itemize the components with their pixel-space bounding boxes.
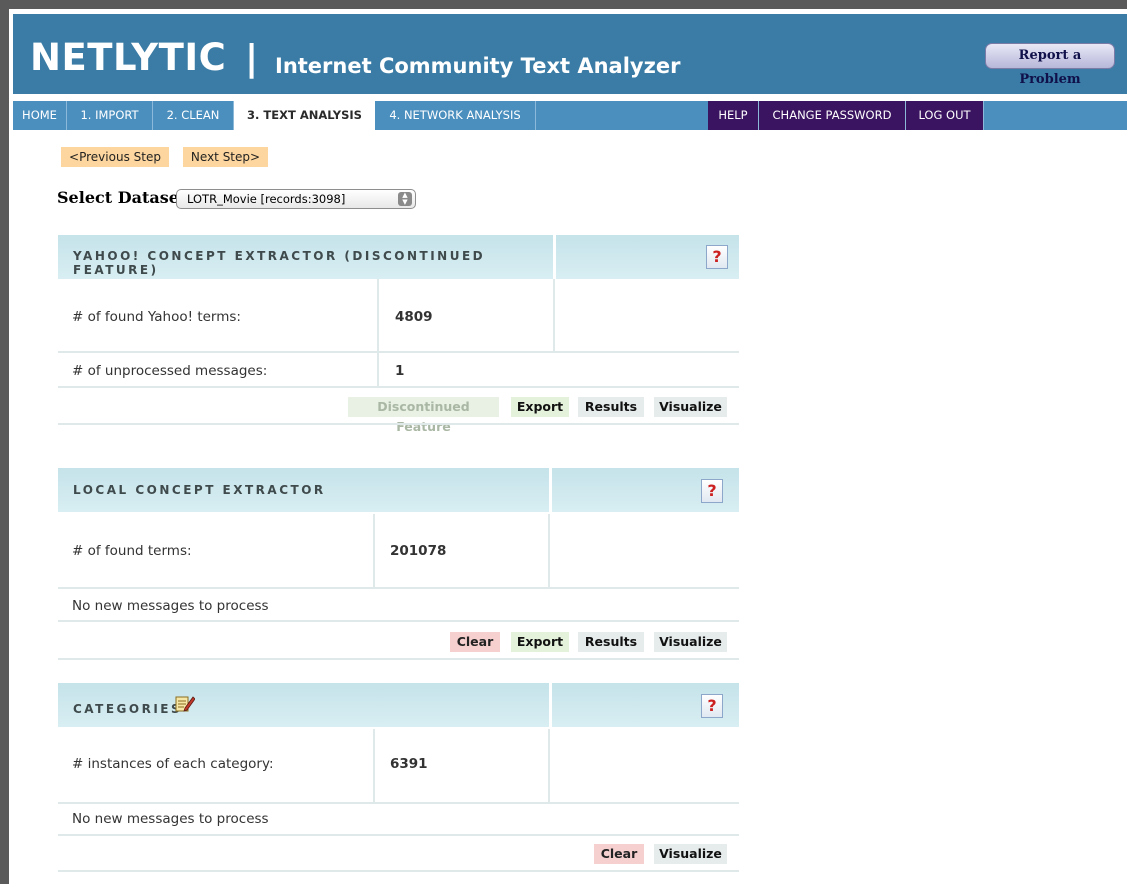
yahoo-panel-header-right: ? (556, 235, 739, 279)
divider (373, 514, 375, 588)
categories-status-text: No new messages to process (72, 811, 269, 827)
local-visualize-button[interactable]: Visualize (654, 632, 727, 652)
divider (548, 514, 550, 588)
yahoo-unprocessed-value: 1 (395, 363, 405, 379)
divider (58, 802, 739, 804)
local-extractor-panel: LOCAL CONCEPT EXTRACTOR ? # of found ter… (58, 468, 739, 660)
window-frame-top (0, 0, 1127, 9)
yahoo-results-button[interactable]: Results (578, 397, 644, 417)
categories-instances-value: 6391 (390, 756, 428, 772)
divider (553, 279, 555, 352)
nav-clean[interactable]: 2. CLEAN (153, 101, 234, 130)
local-clear-button[interactable]: Clear (450, 632, 500, 652)
local-found-label: # of found terms: (72, 543, 192, 559)
yahoo-extractor-panel: YAHOO! CONCEPT EXTRACTOR (DISCONTINUED F… (58, 235, 739, 434)
categories-panel-header: CATEGORIES (58, 683, 549, 727)
previous-step-button[interactable]: <Previous Step (61, 147, 169, 167)
divider (58, 386, 739, 388)
divider (373, 729, 375, 803)
edit-icon[interactable] (175, 694, 195, 712)
yahoo-unprocessed-label: # of unprocessed messages: (72, 363, 268, 379)
local-export-button[interactable]: Export (511, 632, 569, 652)
local-found-value: 201078 (390, 543, 447, 559)
yahoo-found-label: # of found Yahoo! terms: (72, 309, 241, 325)
divider (58, 658, 739, 660)
help-icon[interactable]: ? (701, 694, 723, 718)
app-header: NETLYTIC | Internet Community Text Analy… (13, 14, 1127, 94)
dataset-selected-value: LOTR_Movie [records:3098] (187, 192, 346, 206)
divider (58, 870, 739, 872)
nav-import[interactable]: 1. IMPORT (67, 101, 153, 130)
categories-panel: CATEGORIES ? # instances of each categor… (58, 683, 739, 875)
local-panel-title: LOCAL CONCEPT EXTRACTOR (73, 483, 326, 497)
nav-help[interactable]: HELP (708, 101, 759, 130)
brand-logo: NETLYTIC (30, 36, 227, 79)
next-step-button[interactable]: Next Step> (183, 147, 268, 167)
dataset-label: Select Dataset: (57, 188, 193, 207)
nav-home[interactable]: HOME (13, 101, 67, 130)
divider (377, 353, 379, 386)
window-frame-left (0, 0, 9, 884)
categories-instances-label: # instances of each category: (72, 756, 274, 772)
categories-panel-title: CATEGORIES (73, 702, 183, 716)
divider (377, 279, 379, 352)
help-icon[interactable]: ? (706, 245, 728, 269)
select-arrows-icon: ▲ ▼ (398, 192, 412, 206)
divider (58, 834, 739, 836)
local-panel-header-right: ? (552, 468, 739, 512)
dataset-select[interactable]: LOTR_Movie [records:3098] ▲ ▼ (176, 189, 416, 209)
local-panel-header: LOCAL CONCEPT EXTRACTOR (58, 468, 549, 512)
local-results-button[interactable]: Results (578, 632, 644, 652)
nav-logout[interactable]: LOG OUT (906, 101, 984, 130)
divider (58, 423, 739, 425)
brand-separator: | (245, 38, 259, 79)
report-problem-button[interactable]: Report a Problem (985, 43, 1115, 87)
yahoo-export-button[interactable]: Export (511, 397, 569, 417)
categories-panel-header-right: ? (552, 683, 739, 727)
divider (58, 351, 739, 353)
divider (58, 587, 739, 589)
yahoo-panel-header: YAHOO! CONCEPT EXTRACTOR (DISCONTINUED F… (58, 235, 553, 279)
nav-text-analysis[interactable]: 3. TEXT ANALYSIS (234, 101, 375, 130)
yahoo-found-value: 4809 (395, 309, 433, 325)
nav-change-password[interactable]: CHANGE PASSWORD (759, 101, 906, 130)
yahoo-visualize-button[interactable]: Visualize (654, 397, 727, 417)
main-nav: HOME 1. IMPORT 2. CLEAN 3. TEXT ANALYSIS… (13, 101, 1127, 130)
brand-subtitle: Internet Community Text Analyzer (275, 54, 681, 78)
local-status-text: No new messages to process (72, 598, 269, 614)
discontinued-feature-button: Discontinued Feature (348, 397, 499, 434)
divider (548, 729, 550, 803)
nav-network-analysis[interactable]: 4. NETWORK ANALYSIS (375, 101, 536, 130)
categories-clear-button[interactable]: Clear (594, 844, 644, 864)
divider (58, 620, 739, 622)
help-icon[interactable]: ? (701, 479, 723, 503)
categories-visualize-button[interactable]: Visualize (654, 844, 727, 864)
yahoo-panel-title: YAHOO! CONCEPT EXTRACTOR (DISCONTINUED F… (73, 249, 486, 277)
